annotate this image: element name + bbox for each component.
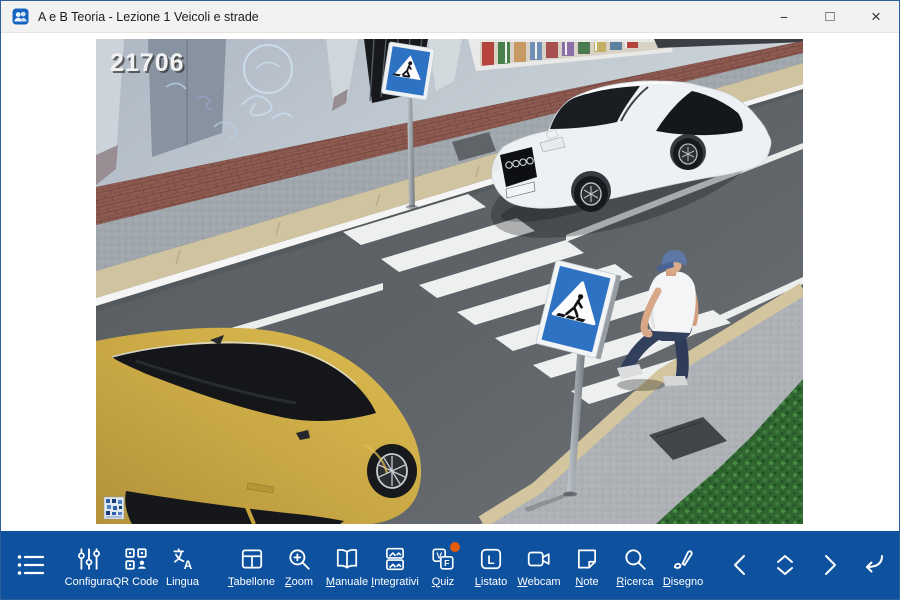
toolbar-item-note[interactable]: Note <box>563 543 611 588</box>
toolbar-item-qr-code[interactable]: QR Code <box>112 543 159 588</box>
toolbar-label-listato: Listato <box>475 576 507 588</box>
chevrons-up-down-icon <box>771 551 799 579</box>
quiz-notification-dot <box>450 542 460 552</box>
webcam-icon <box>526 546 552 572</box>
toolbar-item-zoom[interactable]: Zoom <box>275 543 323 588</box>
toolbar-label-ricerca: Ricerca <box>616 576 653 588</box>
translate-icon: A <box>170 546 196 572</box>
toolbar-item-configura[interactable]: Configura <box>65 543 112 588</box>
next-image-button[interactable] <box>807 551 851 579</box>
toolbar-item-integrativi[interactable]: Integrativi <box>371 543 419 588</box>
search-icon <box>622 546 648 572</box>
return-button[interactable] <box>851 551 895 579</box>
toolbar-item-lingua[interactable]: A Lingua <box>159 543 206 588</box>
return-arrow-icon <box>858 551 888 579</box>
toolbar-item-tabellone[interactable]: Tabellone <box>228 543 275 588</box>
scroll-images-button[interactable] <box>763 551 807 579</box>
toolbar-label-configura: Configura <box>65 576 113 588</box>
toolbar-item-quiz[interactable]: V F Quiz <box>419 543 467 588</box>
toolbar-label-tabellone: Tabellone <box>228 576 275 588</box>
toolbar-item-ricerca[interactable]: Ricerca <box>611 543 659 588</box>
toolbar-label-zoom: Zoom <box>285 576 313 588</box>
chevron-left-icon <box>727 551 755 579</box>
pen-icon <box>670 546 696 572</box>
lesson-image: 21706 21706 <box>96 39 803 524</box>
scene-image: 21706 21706 <box>96 39 803 524</box>
close-button[interactable]: × <box>853 1 899 32</box>
sliders-icon <box>76 546 102 572</box>
window-title: A e B Teoria - Lezione 1 Veicoli e strad… <box>38 10 259 24</box>
toolbar-label-note: Note <box>575 576 598 588</box>
open-book-icon <box>334 546 360 572</box>
minimize-button[interactable]: − <box>761 1 807 32</box>
svg-text:21706: 21706 <box>110 49 185 77</box>
toolbar-label-lingua: Lingua <box>166 576 199 588</box>
chevron-right-icon <box>815 551 843 579</box>
svg-text:A: A <box>183 557 192 571</box>
maximize-button[interactable]: □ <box>807 1 853 32</box>
toolbar-label-disegno: Disegno <box>663 576 703 588</box>
stacked-images-icon <box>382 546 408 572</box>
menu-list-button[interactable] <box>13 551 49 579</box>
toolbar-label-quiz: Quiz <box>432 576 455 588</box>
toolbar-item-listato[interactable]: L Listato <box>467 543 515 588</box>
toolbar-item-webcam[interactable]: Webcam <box>515 543 563 588</box>
toolbar-label-integrativi: Integrativi <box>371 576 419 588</box>
prev-image-button[interactable] <box>719 551 763 579</box>
toolbar-item-manuale[interactable]: Manuale <box>323 543 371 588</box>
note-icon <box>574 546 600 572</box>
list-square-icon: L <box>478 546 504 572</box>
image-number: 21706 21706 <box>110 49 187 79</box>
svg-text:L: L <box>487 552 494 566</box>
zoom-in-icon <box>286 546 312 572</box>
toolbar-label-manuale: Manuale <box>326 576 368 588</box>
toolbar-label-webcam: Webcam <box>517 576 560 588</box>
app-icon <box>12 8 29 25</box>
watermark-logo <box>104 497 124 519</box>
title-bar: A e B Teoria - Lezione 1 Veicoli e strad… <box>1 1 899 33</box>
menu-list-icon <box>16 551 46 579</box>
svg-text:F: F <box>444 558 449 568</box>
bottom-toolbar: Configura QR Code <box>1 531 899 599</box>
toolbar-label-qr-code: QR Code <box>113 576 159 588</box>
app-window: A e B Teoria - Lezione 1 Veicoli e strad… <box>0 0 900 600</box>
qr-code-icon <box>123 546 149 572</box>
toolbar-item-disegno[interactable]: Disegno <box>659 543 707 588</box>
grid-board-icon <box>239 546 265 572</box>
